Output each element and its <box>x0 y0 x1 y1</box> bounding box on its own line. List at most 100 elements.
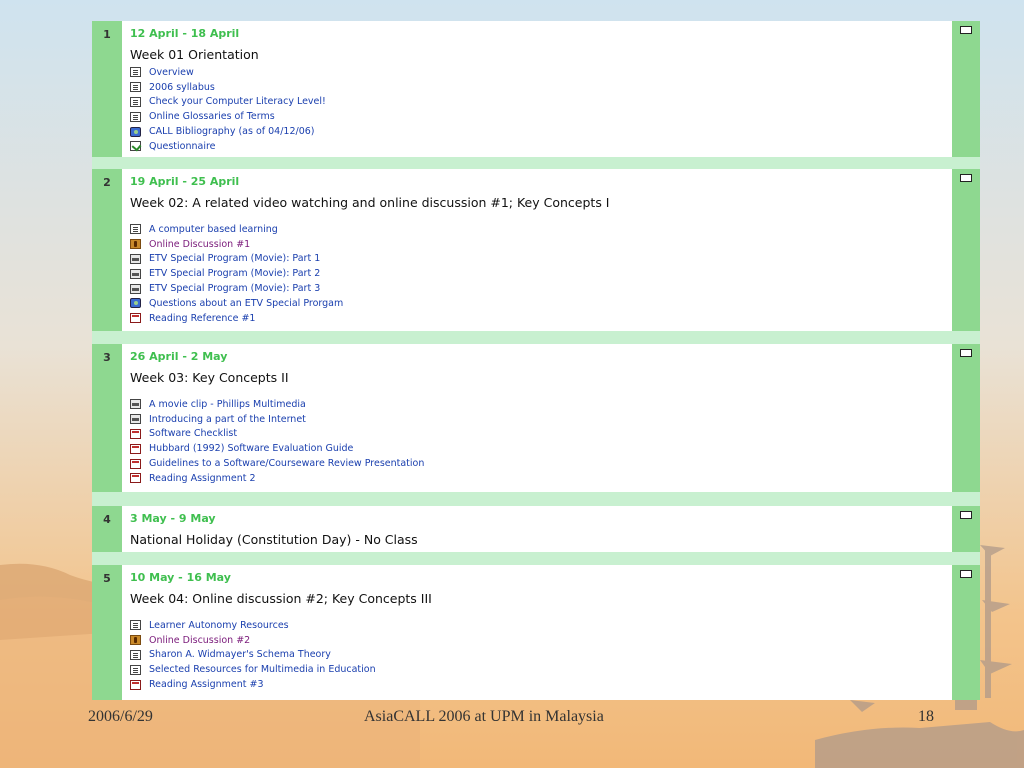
activity-link[interactable]: Guidelines to a Software/Courseware Revi… <box>149 458 424 469</box>
activity-link[interactable]: Selected Resources for Multimedia in Edu… <box>149 664 376 675</box>
activity-item: A computer based learning <box>130 222 952 237</box>
activity-link[interactable]: A computer based learning <box>149 224 278 235</box>
pdf-icon <box>130 443 141 454</box>
section-number: 1 <box>103 28 111 41</box>
activity-item: Guidelines to a Software/Courseware Revi… <box>130 456 952 471</box>
footer-date: 2006/6/29 <box>88 708 153 725</box>
activity-link[interactable]: Overview <box>149 67 194 78</box>
section-number: 3 <box>103 351 111 364</box>
pdf-icon <box>130 473 141 484</box>
section-dates: 19 April - 25 April <box>130 175 240 188</box>
activity-item: Online Discussion #2 <box>130 633 952 648</box>
section-1: 1 12 April - 18 April Week 01 Orientatio… <box>92 21 980 157</box>
video-icon <box>130 399 141 410</box>
collapse-toggle-icon[interactable] <box>960 511 972 519</box>
video-icon <box>130 414 141 425</box>
activity-link[interactable]: Reading Reference #1 <box>149 313 255 324</box>
activity-item: Learner Autonomy Resources <box>130 618 952 633</box>
section-summary: Week 03: Key Concepts II <box>130 370 289 385</box>
activity-item: Selected Resources for Multimedia in Edu… <box>130 662 952 677</box>
section-number: 4 <box>103 513 111 526</box>
collapse-toggle-icon[interactable] <box>960 349 972 357</box>
section-4: 4 3 May - 9 May National Holiday (Consti… <box>92 506 980 552</box>
resource-icon <box>130 649 141 660</box>
activity-item: Sharon A. Widmayer's Schema Theory <box>130 648 952 663</box>
activity-link[interactable]: Hubbard (1992) Software Evaluation Guide <box>149 443 353 454</box>
activity-link[interactable]: Online Discussion #2 <box>149 635 250 646</box>
activity-link[interactable]: ETV Special Program (Movie): Part 2 <box>149 268 320 279</box>
section-summary: Week 02: A related video watching and on… <box>130 195 610 210</box>
activity-link[interactable]: Check your Computer Literacy Level! <box>149 96 326 107</box>
activity-item: Online Discussion #1 <box>130 237 952 252</box>
collapse-toggle-icon[interactable] <box>960 26 972 34</box>
globe-icon <box>130 126 141 137</box>
resource-icon <box>130 224 141 235</box>
activity-item: Introducing a part of the Internet <box>130 412 952 427</box>
activity-link[interactable]: 2006 syllabus <box>149 82 215 93</box>
activity-item: A movie clip - Phillips Multimedia <box>130 397 952 412</box>
collapse-toggle-icon[interactable] <box>960 570 972 578</box>
activity-link[interactable]: Reading Assignment 2 <box>149 473 256 484</box>
forum-icon <box>130 635 141 646</box>
section-dates: 3 May - 9 May <box>130 512 216 525</box>
video-icon <box>130 253 141 264</box>
resource-icon <box>130 82 141 93</box>
course-sections-table: 1 12 April - 18 April Week 01 Orientatio… <box>92 21 980 700</box>
section-dates: 10 May - 16 May <box>130 571 231 584</box>
activity-item: Reading Assignment #3 <box>130 677 952 692</box>
activity-link[interactable]: Questionnaire <box>149 141 216 152</box>
activity-link[interactable]: Online Discussion #1 <box>149 239 250 250</box>
activity-item: Reading Reference #1 <box>130 311 952 326</box>
globe-icon <box>130 298 141 309</box>
activity-item: CALL Bibliography (as of 04/12/06) <box>130 124 952 139</box>
section-dates: 26 April - 2 May <box>130 350 228 363</box>
section-number: 5 <box>103 572 111 585</box>
resource-icon <box>130 67 141 78</box>
activity-item: 2006 syllabus <box>130 80 952 95</box>
activity-link[interactable]: Reading Assignment #3 <box>149 679 264 690</box>
footer-title: AsiaCALL 2006 at UPM in Malaysia <box>364 708 604 725</box>
pdf-icon <box>130 458 141 469</box>
section-summary: Week 04: Online discussion #2; Key Conce… <box>130 591 432 606</box>
activity-link[interactable]: ETV Special Program (Movie): Part 1 <box>149 253 320 264</box>
section-2: 2 19 April - 25 April Week 02: A related… <box>92 169 980 331</box>
section-3: 3 26 April - 2 May Week 03: Key Concepts… <box>92 344 980 492</box>
resource-icon <box>130 664 141 675</box>
activity-link[interactable]: A movie clip - Phillips Multimedia <box>149 399 306 410</box>
section-dates: 12 April - 18 April <box>130 27 240 40</box>
pdf-icon <box>130 679 141 690</box>
video-icon <box>130 283 141 294</box>
activity-item: Questions about an ETV Special Prorgam <box>130 296 952 311</box>
resource-icon <box>130 111 141 122</box>
activity-item: ETV Special Program (Movie): Part 1 <box>130 252 952 267</box>
pdf-icon <box>130 428 141 439</box>
activity-link[interactable]: Introducing a part of the Internet <box>149 414 306 425</box>
activity-link[interactable]: Online Glossaries of Terms <box>149 111 275 122</box>
footer-page-number: 18 <box>918 708 934 725</box>
activity-item: Online Glossaries of Terms <box>130 109 952 124</box>
section-summary: Week 01 Orientation <box>130 47 259 62</box>
activity-item: Hubbard (1992) Software Evaluation Guide <box>130 441 952 456</box>
activity-item: ETV Special Program (Movie): Part 2 <box>130 266 952 281</box>
quiz-icon <box>130 141 141 152</box>
activity-link[interactable]: Software Checklist <box>149 428 237 439</box>
video-icon <box>130 268 141 279</box>
resource-icon <box>130 96 141 107</box>
activity-item: Overview <box>130 65 952 80</box>
resource-icon <box>130 620 141 631</box>
activity-link[interactable]: Sharon A. Widmayer's Schema Theory <box>149 649 331 660</box>
section-number: 2 <box>103 176 111 189</box>
activity-link[interactable]: CALL Bibliography (as of 04/12/06) <box>149 126 315 137</box>
section-summary: National Holiday (Constitution Day) - No… <box>130 532 418 547</box>
activity-item: Check your Computer Literacy Level! <box>130 95 952 110</box>
collapse-toggle-icon[interactable] <box>960 174 972 182</box>
activity-item: Software Checklist <box>130 427 952 442</box>
pdf-icon <box>130 313 141 324</box>
section-5: 5 10 May - 16 May Week 04: Online discus… <box>92 565 980 700</box>
activity-item: Questionnaire <box>130 139 952 154</box>
activity-link[interactable]: ETV Special Program (Movie): Part 3 <box>149 283 320 294</box>
activity-link[interactable]: Learner Autonomy Resources <box>149 620 289 631</box>
activity-link[interactable]: Questions about an ETV Special Prorgam <box>149 298 343 309</box>
activity-item: ETV Special Program (Movie): Part 3 <box>130 281 952 296</box>
forum-icon <box>130 239 141 250</box>
